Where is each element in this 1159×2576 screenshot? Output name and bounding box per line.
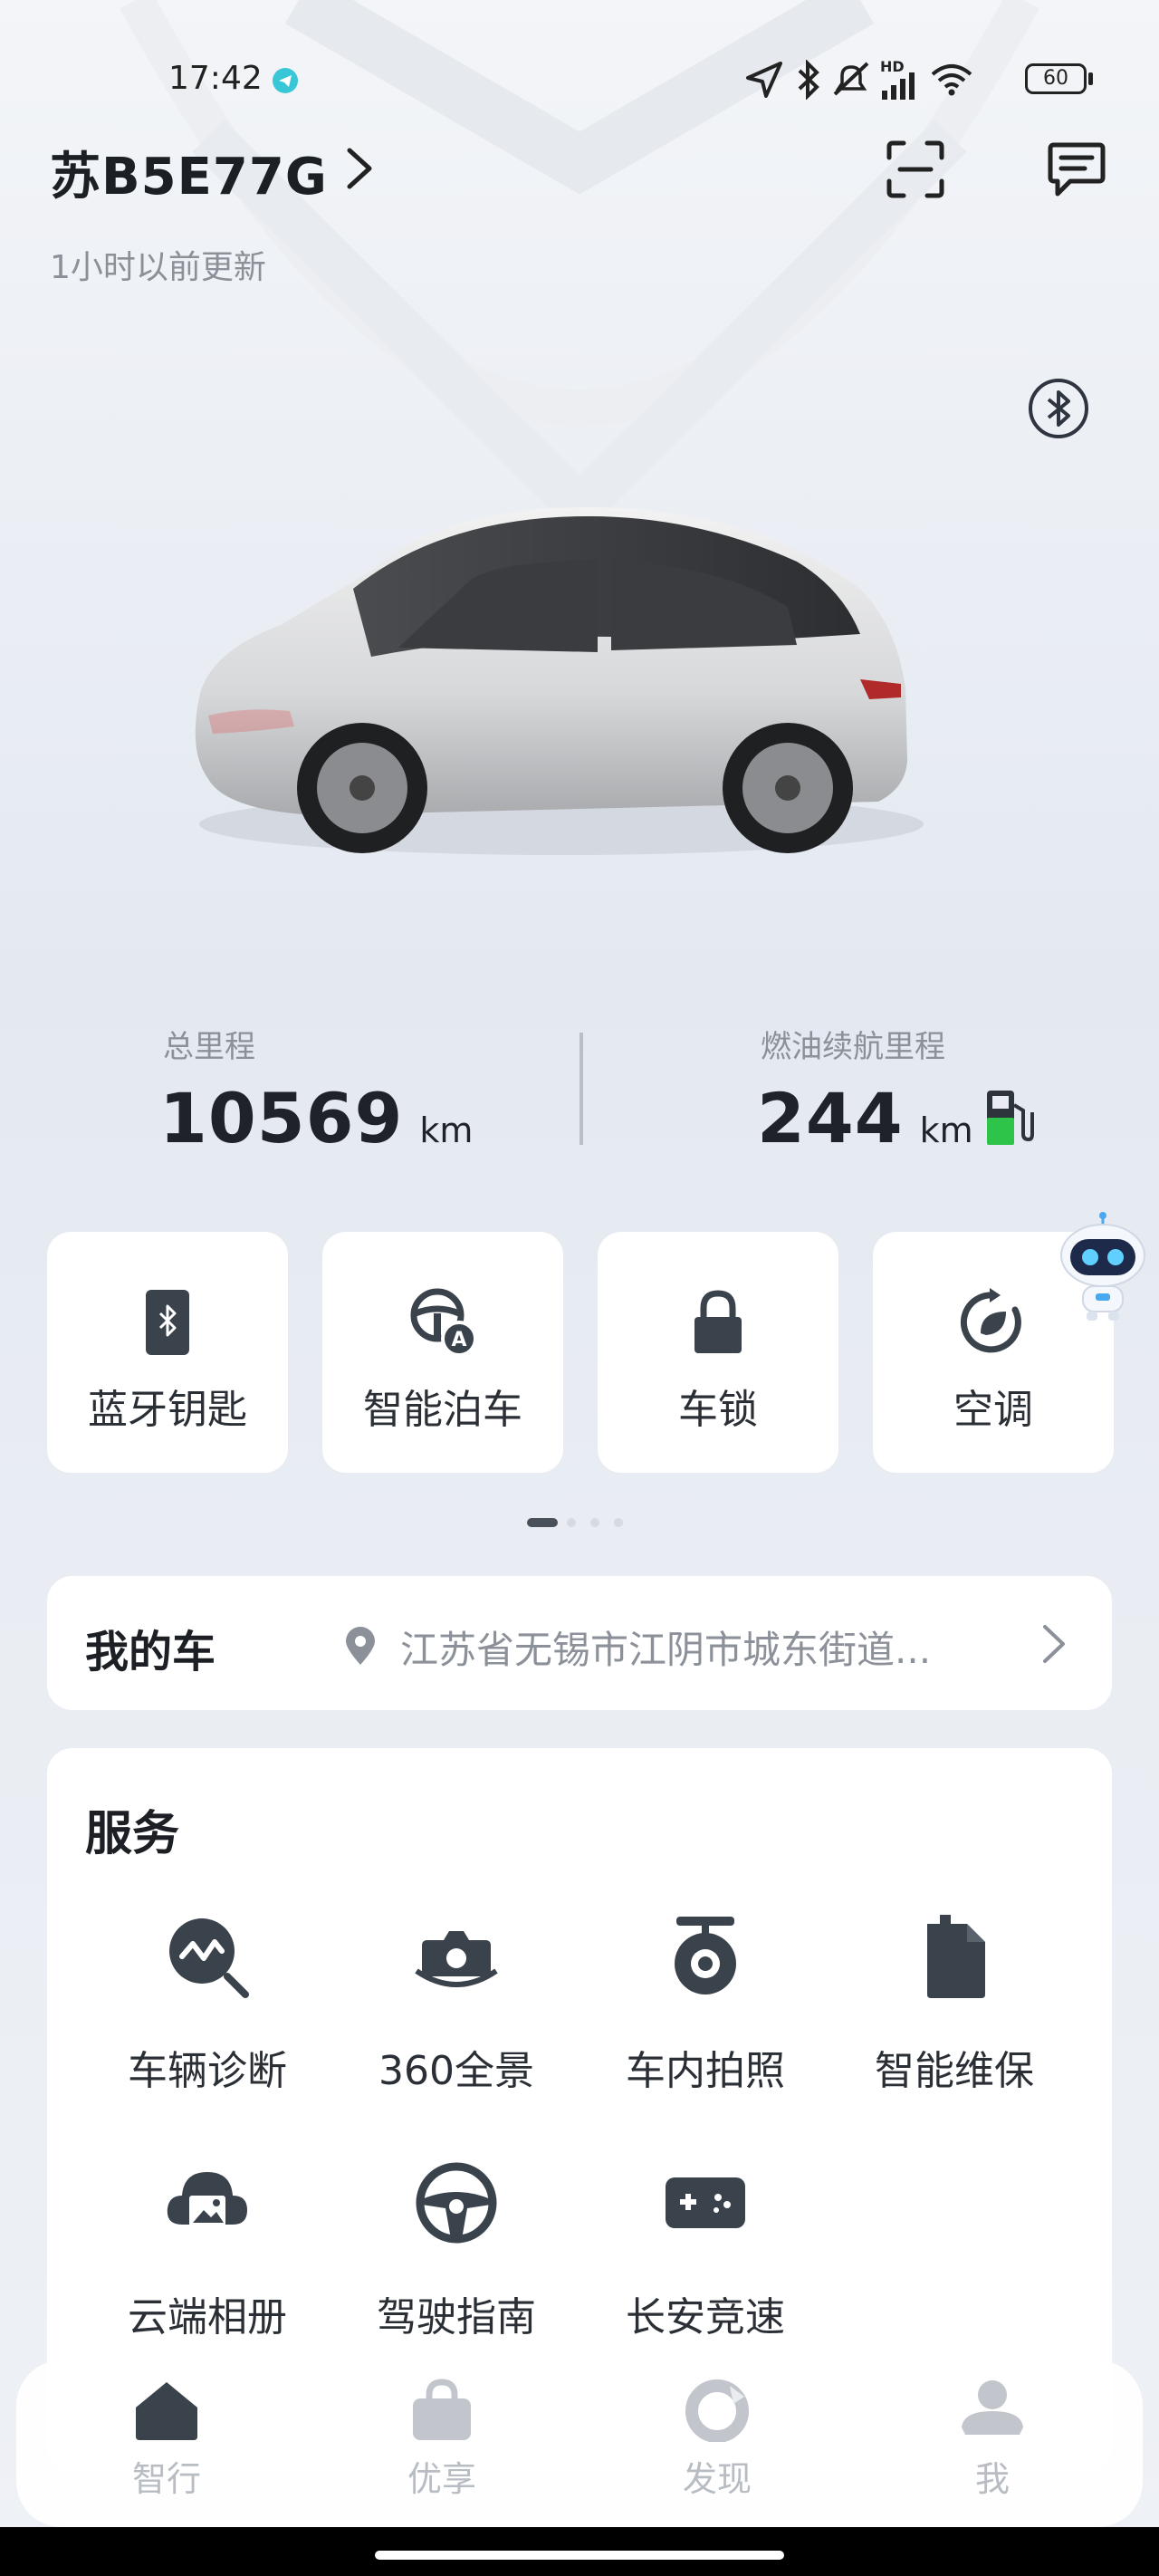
quick-action-lock[interactable]: 车锁	[598, 1232, 838, 1473]
service-label: 车辆诊断	[128, 2048, 287, 2094]
car-location: 江苏省无锡市江阴市城东街道...	[400, 1628, 932, 1672]
stats-divider	[580, 1033, 583, 1145]
quick-action-label: 蓝牙钥匙	[88, 1387, 247, 1433]
page-indicator	[527, 1518, 636, 1529]
status-icons: HD 60	[744, 58, 1097, 101]
fuel-pump-icon	[987, 1091, 1034, 1145]
tab-wo[interactable]: 我	[920, 2377, 1065, 2501]
bag-icon	[413, 2379, 471, 2440]
page-dot	[590, 1518, 599, 1527]
service-changan-racing[interactable]: 长安竞速	[588, 2158, 823, 2342]
service-in-car-photo[interactable]: 车内拍照	[588, 1911, 823, 2096]
person-icon	[962, 2380, 1023, 2435]
battery-cap	[1088, 72, 1093, 85]
quick-action-label: 智能泊车	[363, 1387, 522, 1433]
vehicle-image	[195, 507, 924, 855]
bluetooth-key-icon	[146, 1290, 189, 1355]
service-label: 长安竞速	[626, 2294, 785, 2341]
my-car-title: 我的车	[85, 1627, 216, 1677]
diagnosis-icon	[169, 1918, 249, 1998]
maintenance-icon	[927, 1915, 985, 1998]
location-arrow-icon	[746, 62, 782, 98]
discover-icon	[685, 2379, 749, 2443]
wifi-icon	[931, 64, 972, 96]
service-cloud-album[interactable]: 云端相册	[90, 2158, 325, 2342]
robot-assistant-icon[interactable]	[1056, 1210, 1150, 1322]
quick-action-bluetooth-key[interactable]: 蓝牙钥匙	[47, 1232, 288, 1473]
mileage-readout: 10569 km	[159, 1078, 473, 1158]
service-label: 云端相册	[128, 2294, 287, 2341]
in-car-camera-icon	[675, 1917, 736, 1994]
bluetooth-connect-icon[interactable]	[1027, 377, 1090, 440]
quick-action-auto-parking[interactable]: A 智能泊车	[322, 1232, 563, 1473]
update-time: 1小时以前更新	[50, 249, 266, 286]
mileage-value: 10569	[159, 1078, 404, 1158]
bottom-tab-bar: 智行 优享 发现 我	[16, 2360, 1143, 2527]
vehicle-plate[interactable]: 苏B5E77G	[50, 136, 328, 209]
tab-label: 优享	[407, 2459, 476, 2499]
svg-text:A: A	[451, 1329, 466, 1351]
service-vehicle-diagnosis[interactable]: 车辆诊断	[90, 1911, 325, 2096]
tab-zhixing[interactable]: 智行	[94, 2377, 239, 2501]
chevron-right-icon	[1043, 1625, 1065, 1663]
lock-icon	[694, 1290, 742, 1353]
telegram-icon	[273, 68, 298, 93]
services-title: 服务	[85, 1807, 180, 1861]
range-readout: 244 km	[757, 1078, 973, 1158]
quick-action-label: 空调	[953, 1387, 1033, 1433]
status-time: 17:42	[168, 60, 263, 97]
auto-parking-icon: A	[410, 1288, 477, 1357]
gamepad-icon	[666, 2177, 745, 2228]
page-dot	[614, 1518, 623, 1527]
scan-icon[interactable]	[886, 139, 945, 199]
service-smart-maintenance[interactable]: 智能维保	[837, 1911, 1072, 2096]
service-label: 车内拍照	[626, 2048, 785, 2094]
service-label: 360全景	[378, 2048, 534, 2094]
service-label: 驾驶指南	[377, 2294, 536, 2341]
tab-youxiang[interactable]: 优享	[369, 2377, 514, 2501]
mileage-label: 总里程	[163, 1029, 255, 1065]
bluetooth-status-icon	[798, 60, 819, 100]
tab-label: 发现	[682, 2459, 752, 2499]
quick-action-label: 车锁	[678, 1387, 758, 1433]
panorama-camera-icon	[415, 1931, 498, 1987]
service-label: 智能维保	[875, 2048, 1034, 2094]
range-value: 244	[757, 1078, 904, 1158]
air-conditioning-icon	[960, 1288, 1021, 1353]
chevron-right-icon[interactable]	[342, 145, 378, 192]
page-dot-active	[527, 1518, 558, 1527]
my-car-location-bar[interactable]: 我的车 江苏省无锡市江阴市城东街道...	[47, 1576, 1112, 1710]
range-label: 燃油续航里程	[761, 1029, 945, 1065]
service-driving-guide[interactable]: 驾驶指南	[339, 2158, 574, 2342]
cloud-album-icon	[167, 2172, 247, 2226]
service-panorama[interactable]: 360全景	[339, 1911, 574, 2096]
mileage-unit: km	[419, 1110, 474, 1150]
signal-icon	[882, 72, 915, 100]
page-dot	[567, 1518, 576, 1527]
message-icon[interactable]	[1047, 141, 1106, 199]
range-unit: km	[919, 1110, 973, 1150]
tab-label: 我	[974, 2459, 1010, 2499]
home-icon	[136, 2382, 197, 2440]
home-indicator[interactable]	[375, 2551, 784, 2560]
tab-faxian[interactable]: 发现	[645, 2377, 790, 2501]
mute-icon	[833, 62, 869, 96]
tab-label: 智行	[131, 2459, 201, 2499]
location-pin-icon	[346, 1627, 375, 1665]
steering-wheel-icon	[416, 2162, 497, 2244]
battery-indicator: 60	[1025, 63, 1087, 94]
